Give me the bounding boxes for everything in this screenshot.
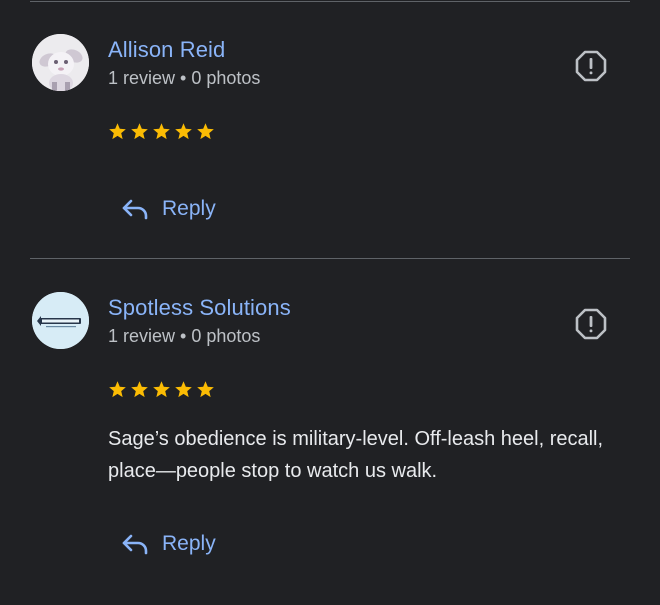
star-icon — [153, 381, 170, 398]
star-icon — [175, 381, 192, 398]
avatar[interactable] — [32, 292, 89, 349]
star-icon — [109, 123, 126, 140]
star-rating — [108, 122, 215, 142]
reviewer-name[interactable]: Spotless Solutions — [108, 295, 291, 321]
report-icon — [575, 308, 607, 340]
divider-top — [30, 1, 630, 2]
report-button[interactable] — [572, 305, 610, 343]
report-icon — [575, 50, 607, 82]
reply-label: Reply — [162, 197, 216, 220]
star-icon — [131, 123, 148, 140]
star-icon — [131, 381, 148, 398]
star-icon — [153, 123, 170, 140]
star-icon — [109, 381, 126, 398]
star-rating — [108, 380, 215, 400]
reply-arrow-icon — [122, 199, 148, 220]
spotless-solutions-logo-icon — [32, 292, 89, 349]
reviewer-stats: 1 review • 0 photos — [108, 326, 261, 346]
star-icon — [175, 123, 192, 140]
star-icon — [197, 123, 214, 140]
star-icon — [197, 381, 214, 398]
avatar[interactable] — [32, 34, 89, 91]
reply-arrow-icon — [122, 534, 148, 555]
reviewer-name[interactable]: Allison Reid — [108, 37, 225, 63]
reply-label: Reply — [162, 532, 216, 555]
report-button[interactable] — [572, 47, 610, 85]
reviewer-stats: 1 review • 0 photos — [108, 68, 261, 88]
review-text: Sage’s obedience is military-level. Off-… — [108, 428, 604, 482]
reply-button[interactable]: Reply — [120, 527, 216, 561]
divider-between-reviews — [30, 258, 630, 259]
cartoon-creature-avatar-icon — [32, 34, 89, 91]
reply-button[interactable]: Reply — [120, 192, 216, 226]
reviews-panel: Allison Reid 1 review • 0 photos Reply S… — [0, 0, 660, 605]
